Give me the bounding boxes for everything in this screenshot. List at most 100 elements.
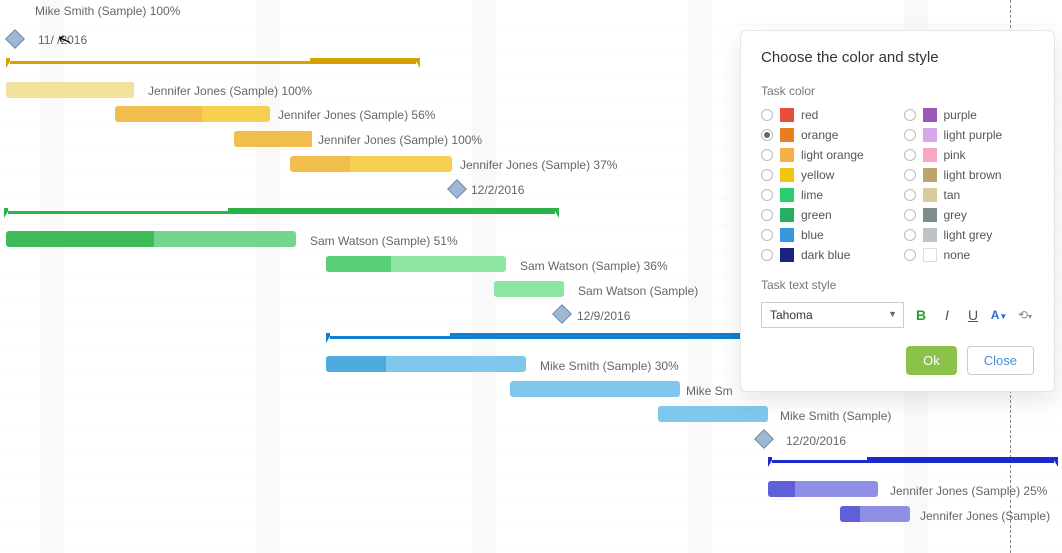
color-option-light-grey[interactable]: light grey: [904, 228, 1035, 242]
radio-icon: [761, 249, 773, 261]
color-option-light-purple[interactable]: light purple: [904, 128, 1035, 142]
radio-icon: [761, 109, 773, 121]
task-bar[interactable]: [494, 281, 564, 297]
color-label: green: [801, 208, 832, 222]
task-bar[interactable]: [115, 106, 270, 122]
color-option-orange[interactable]: orange: [761, 128, 892, 142]
font-color-button[interactable]: A▼: [990, 308, 1008, 322]
bold-button[interactable]: B: [912, 307, 930, 323]
task-bar[interactable]: [234, 131, 312, 147]
color-swatch: [923, 168, 937, 182]
color-swatch: [923, 188, 937, 202]
color-label: orange: [801, 128, 838, 142]
color-label: none: [944, 248, 971, 262]
color-style-dialog: Choose the color and style Task color re…: [740, 30, 1055, 392]
color-option-grey[interactable]: grey: [904, 208, 1035, 222]
task-label: Mike Smith (Sample): [780, 409, 891, 423]
color-label: blue: [801, 228, 824, 242]
color-option-yellow[interactable]: yellow: [761, 168, 892, 182]
radio-icon: [761, 169, 773, 181]
task-label: 12/2/2016: [471, 183, 524, 197]
task-label: Jennifer Jones (Sample): [920, 509, 1050, 523]
color-option-red[interactable]: red: [761, 108, 892, 122]
task-label: Jennifer Jones (Sample) 25%: [890, 484, 1047, 498]
color-option-lime[interactable]: lime: [761, 188, 892, 202]
color-swatch: [780, 108, 794, 122]
task-label: Mike Smith (Sample) 30%: [540, 359, 679, 373]
text-style-label: Task text style: [761, 278, 1034, 292]
color-option-light-brown[interactable]: light brown: [904, 168, 1035, 182]
color-option-dark-blue[interactable]: dark blue: [761, 248, 892, 262]
task-bar[interactable]: [840, 506, 910, 522]
italic-button[interactable]: I: [938, 307, 956, 323]
task-bar[interactable]: [326, 256, 506, 272]
task-bar[interactable]: [6, 231, 296, 247]
task-label: Jennifer Jones (Sample) 100%: [148, 84, 312, 98]
radio-icon: [761, 149, 773, 161]
color-swatch: [923, 228, 937, 242]
task-label: Jennifer Jones (Sample) 37%: [460, 158, 617, 172]
color-label: light grey: [944, 228, 993, 242]
color-label: red: [801, 108, 818, 122]
color-option-blue[interactable]: blue: [761, 228, 892, 242]
task-label: Sam Watson (Sample): [578, 284, 698, 298]
radio-icon: [904, 149, 916, 161]
color-option-purple[interactable]: purple: [904, 108, 1035, 122]
color-option-pink[interactable]: pink: [904, 148, 1035, 162]
radio-icon: [904, 189, 916, 201]
task-label: Jennifer Jones (Sample) 56%: [278, 108, 435, 122]
summary-bar[interactable]: [326, 333, 756, 343]
underline-button[interactable]: U: [964, 307, 982, 323]
task-bar[interactable]: [6, 82, 134, 98]
color-swatch: [780, 208, 794, 222]
task-bar[interactable]: [768, 481, 878, 497]
font-family-select[interactable]: Tahoma: [761, 302, 904, 328]
color-label: yellow: [801, 168, 834, 182]
task-label: Mike Sm: [686, 384, 733, 398]
radio-icon: [904, 209, 916, 221]
color-options-grid: red purple orange light purple light orange p…: [761, 108, 1034, 262]
task-label: Sam Watson (Sample) 51%: [310, 234, 458, 248]
dialog-title: Choose the color and style: [761, 49, 1034, 66]
task-label: Sam Watson (Sample) 36%: [520, 259, 668, 273]
color-label: grey: [944, 208, 967, 222]
clear-format-button[interactable]: ⟲▾: [1016, 308, 1034, 322]
close-button[interactable]: Close: [967, 346, 1034, 375]
color-label: dark blue: [801, 248, 850, 262]
color-swatch: [923, 148, 937, 162]
summary-bar[interactable]: [4, 208, 559, 218]
color-label: light purple: [944, 128, 1003, 142]
radio-icon: [761, 129, 773, 141]
task-bar[interactable]: [326, 356, 526, 372]
color-option-none[interactable]: none: [904, 248, 1035, 262]
color-swatch: [923, 108, 937, 122]
task-label: Jennifer Jones (Sample) 100%: [318, 133, 482, 147]
ok-button[interactable]: Ok: [906, 346, 957, 375]
color-label: pink: [944, 148, 966, 162]
summary-bar[interactable]: [768, 457, 1058, 467]
radio-icon: [904, 249, 916, 261]
task-color-label: Task color: [761, 84, 1034, 98]
radio-icon: [904, 129, 916, 141]
radio-icon: [904, 169, 916, 181]
radio-icon: [761, 209, 773, 221]
color-label: tan: [944, 188, 961, 202]
summary-bar[interactable]: [6, 58, 420, 68]
radio-icon: [761, 229, 773, 241]
color-label: lime: [801, 188, 823, 202]
color-option-light-orange[interactable]: light orange: [761, 148, 892, 162]
color-swatch: [780, 228, 794, 242]
radio-icon: [904, 109, 916, 121]
task-bar[interactable]: [290, 156, 452, 172]
color-label: light brown: [944, 168, 1002, 182]
color-swatch: [780, 168, 794, 182]
task-label: 12/9/2016: [577, 309, 630, 323]
color-label: light orange: [801, 148, 864, 162]
color-option-green[interactable]: green: [761, 208, 892, 222]
radio-icon: [904, 229, 916, 241]
color-option-tan[interactable]: tan: [904, 188, 1035, 202]
task-bar[interactable]: [510, 381, 680, 397]
color-swatch: [780, 248, 794, 262]
color-swatch: [923, 248, 937, 262]
task-bar[interactable]: [658, 406, 768, 422]
